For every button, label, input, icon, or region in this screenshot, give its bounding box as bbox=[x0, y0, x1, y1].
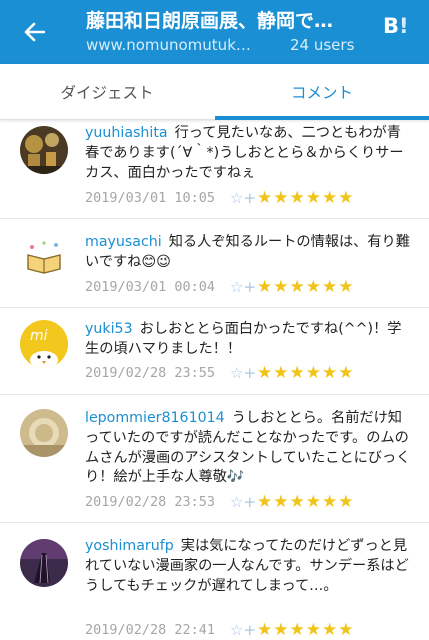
comment-date: 2019/02/28 23:53 bbox=[85, 494, 216, 510]
page-url[interactable]: www.nomunomutuk… bbox=[86, 36, 274, 54]
comment-username[interactable]: yuuhiashita bbox=[85, 125, 168, 141]
comment-meta: 2019/02/28 23:55 ☆+ ★★★★★★ bbox=[85, 363, 415, 385]
avatar-image: mi bbox=[20, 320, 68, 368]
back-button[interactable] bbox=[16, 14, 52, 50]
comment-item: mayusachi 知る人ぞ知るルートの情報は、有り難いですね😊😉 2019/03… bbox=[0, 219, 429, 308]
star-rating[interactable]: ★★★★★★ bbox=[257, 188, 354, 208]
comment-meta: 2019/02/28 23:53 ☆+ ★★★★★★ bbox=[85, 492, 415, 514]
star-rating[interactable]: ★★★★★★ bbox=[257, 277, 354, 297]
comment-meta: 2019/03/01 10:05 ☆+ ★★★★★★ bbox=[85, 188, 415, 210]
star-rating[interactable]: ★★★★★★ bbox=[257, 363, 354, 383]
avatar[interactable] bbox=[20, 409, 68, 457]
bookmark-users-count[interactable]: 24 users bbox=[290, 36, 354, 54]
avatar-image bbox=[20, 539, 68, 587]
comment-body: yuuhiashita 行って見たいなあ、二つともわが青春であります(´∀｀*)う… bbox=[85, 124, 415, 183]
app-header: 藤田和日朗原画展、静岡で… www.nomunomutuk… 24 users … bbox=[0, 0, 429, 64]
avatar-image bbox=[20, 233, 68, 281]
avatar[interactable] bbox=[20, 126, 68, 174]
comment-username[interactable]: lepommier8161014 bbox=[85, 410, 225, 426]
hatena-bookmark-icon[interactable]: B! bbox=[383, 14, 409, 38]
comment-username[interactable]: yuki53 bbox=[85, 321, 133, 337]
add-star-icon[interactable]: ☆+ bbox=[230, 364, 256, 382]
comment-date: 2019/03/01 10:05 bbox=[85, 190, 216, 206]
comment-meta: 2019/02/28 22:41 ☆+ ★★★★★★ bbox=[85, 620, 415, 640]
avatar[interactable] bbox=[20, 233, 68, 281]
add-star-icon[interactable]: ☆+ bbox=[230, 621, 256, 639]
comment-item: yoshimarufp 実は気になってたのだけどずっと見れていない漫画家の一人なん… bbox=[0, 523, 429, 640]
comment-date: 2019/03/01 00:04 bbox=[85, 279, 216, 295]
tab-comment[interactable]: コメント bbox=[215, 64, 429, 120]
comment-body: yoshimarufp 実は気になってたのだけどずっと見れていない漫画家の一人なん… bbox=[85, 537, 415, 596]
comment-username[interactable]: yoshimarufp bbox=[85, 538, 174, 554]
comment-body: yuki53 おしおととら面白かったですね(^^)！学生の頃ハマりました！！ bbox=[85, 320, 415, 360]
comment-list[interactable]: yuuhiashita 行って見たいなあ、二つともわが青春であります(´∀｀*)う… bbox=[0, 120, 429, 640]
tab-digest[interactable]: ダイジェスト bbox=[0, 64, 214, 120]
avatar[interactable] bbox=[20, 539, 68, 587]
avatar-image bbox=[20, 409, 68, 457]
comment-body: mayusachi 知る人ぞ知るルートの情報は、有り難いですね😊😉 bbox=[85, 233, 415, 273]
star-rating[interactable]: ★★★★★★ bbox=[257, 620, 354, 640]
avatar-image bbox=[20, 126, 68, 174]
comment-item: lepommier8161014 うしおととら。名前だけ知っていたのですが読んだこ… bbox=[0, 395, 429, 523]
comment-body: lepommier8161014 うしおととら。名前だけ知っていたのですが読んだこ… bbox=[85, 409, 415, 488]
comment-username[interactable]: mayusachi bbox=[85, 234, 162, 250]
star-rating[interactable]: ★★★★★★ bbox=[257, 492, 354, 512]
arrow-left-icon bbox=[24, 22, 45, 42]
add-star-icon[interactable]: ☆+ bbox=[230, 493, 256, 511]
svg-text:mi: mi bbox=[30, 328, 48, 344]
comment-date: 2019/02/28 22:41 bbox=[85, 622, 216, 638]
comment-meta: 2019/03/01 00:04 ☆+ ★★★★★★ bbox=[85, 277, 415, 299]
tab-bar: ダイジェスト コメント bbox=[0, 64, 429, 120]
add-star-icon[interactable]: ☆+ bbox=[230, 278, 256, 296]
hatena-logo-letter: B bbox=[383, 14, 400, 38]
comment-item: yuuhiashita 行って見たいなあ、二つともわが青春であります(´∀｀*)う… bbox=[0, 120, 429, 219]
hatena-logo-bang: ! bbox=[399, 14, 409, 38]
avatar[interactable]: mi bbox=[20, 320, 68, 368]
comment-item: mi yuki53 おしおととら面白かったですね(^^)！学生の頃ハマりました！！… bbox=[0, 308, 429, 395]
page-title: 藤田和日朗原画展、静岡で… bbox=[86, 10, 334, 32]
comment-date: 2019/02/28 23:55 bbox=[85, 365, 216, 381]
add-star-icon[interactable]: ☆+ bbox=[230, 189, 256, 207]
